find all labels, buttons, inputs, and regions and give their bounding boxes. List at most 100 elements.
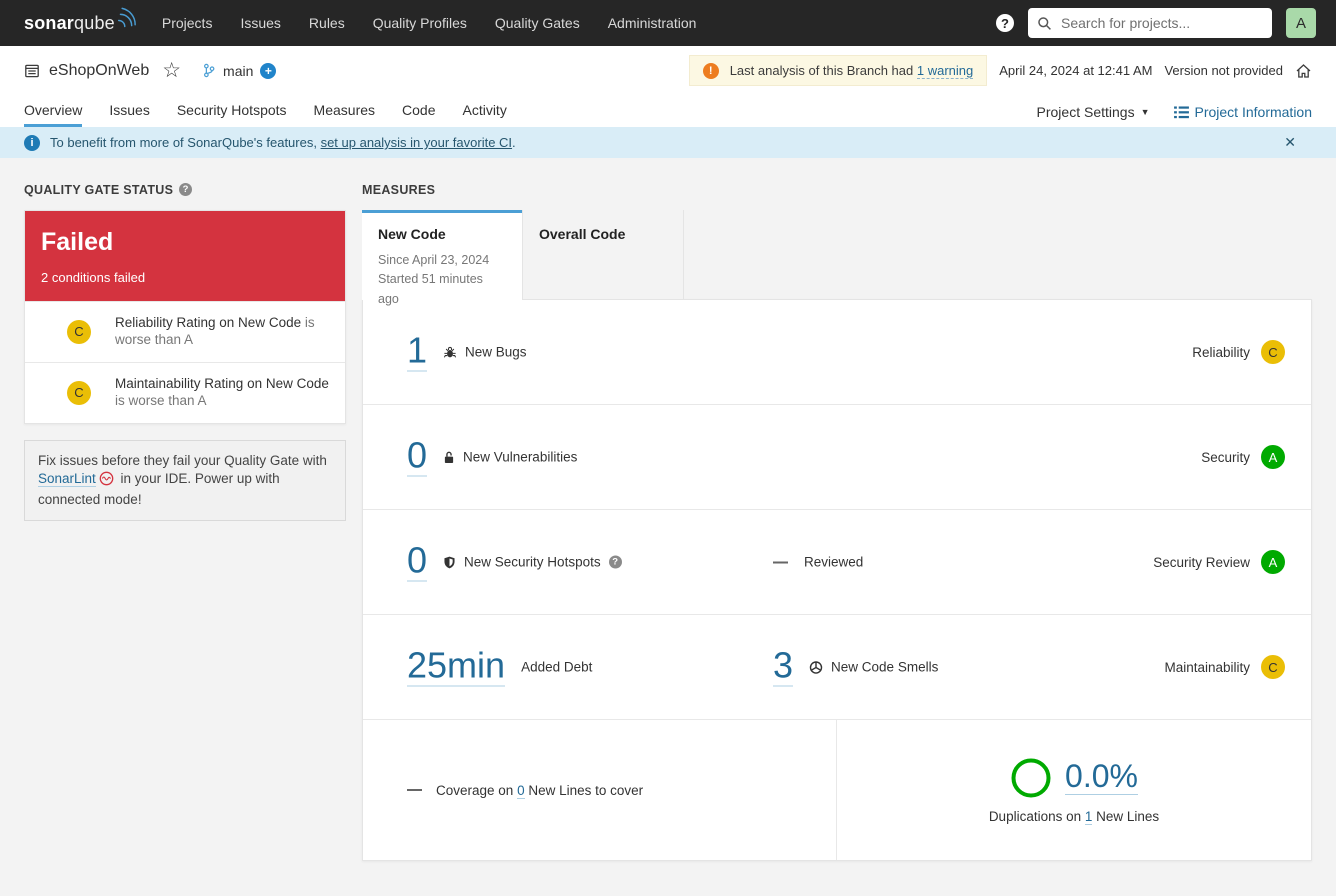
nav-item-quality-gates[interactable]: Quality Gates bbox=[495, 15, 580, 31]
measure-row-maintainability: 25min Added Debt 3 New Code Smells bbox=[363, 615, 1311, 720]
info-icon: i bbox=[24, 135, 40, 151]
favorite-star-icon[interactable]: ☆ bbox=[162, 60, 181, 81]
duplications-text: Duplications on 1 New Lines bbox=[989, 809, 1159, 824]
failed-condition-row[interactable]: C Reliability Rating on New Code is wors… bbox=[25, 301, 345, 362]
added-debt-link[interactable]: 25min bbox=[407, 648, 505, 687]
security-rating-badge: A bbox=[1261, 445, 1285, 469]
shield-icon bbox=[443, 555, 456, 569]
maintainability-rating-badge: C bbox=[1261, 655, 1285, 679]
sonarlint-icon bbox=[99, 471, 114, 491]
ci-setup-banner: i To benefit from more of SonarQube's fe… bbox=[0, 127, 1336, 158]
tab-issues[interactable]: Issues bbox=[109, 102, 149, 127]
duplications-cell: 0.0% Duplications on 1 New Lines bbox=[837, 720, 1311, 860]
sonarlint-promo: Fix issues before they fail your Quality… bbox=[24, 440, 346, 522]
page-title: eShopOnWeb bbox=[49, 62, 149, 80]
duplications-percent-link[interactable]: 0.0% bbox=[1065, 760, 1138, 795]
condition-text: Reliability Rating on New Code is worse … bbox=[115, 315, 329, 349]
tab-new-code[interactable]: New Code Since April 23, 2024 Started 51… bbox=[362, 210, 522, 300]
measure-row-reliability: 1 New Bugs Reliability C bbox=[363, 300, 1311, 405]
new-code-smells-count-link[interactable]: 3 bbox=[773, 648, 793, 687]
lock-icon bbox=[443, 450, 455, 464]
nav-item-issues[interactable]: Issues bbox=[240, 15, 280, 31]
coverage-cell: Coverage on 0 New Lines to cover bbox=[363, 720, 837, 860]
measure-row-security: 0 New Vulnerabilities Security A bbox=[363, 405, 1311, 510]
new-bugs-label: New Bugs bbox=[465, 345, 527, 360]
duplication-ring-icon bbox=[1010, 757, 1052, 799]
quality-gate-heading: QUALITY GATE STATUS ? bbox=[24, 182, 346, 197]
search-input[interactable] bbox=[1059, 14, 1263, 32]
conditions-summary: 2 conditions failed bbox=[41, 270, 329, 285]
quality-gate-status-badge: Failed 2 conditions failed bbox=[25, 211, 345, 301]
new-bugs-count-link[interactable]: 1 bbox=[407, 333, 427, 372]
nav-item-projects[interactable]: Projects bbox=[162, 15, 213, 31]
tab-overview[interactable]: Overview bbox=[24, 102, 82, 127]
add-branch-icon[interactable]: + bbox=[260, 63, 276, 79]
project-icon bbox=[24, 63, 40, 79]
new-code-smells-label: New Code Smells bbox=[831, 660, 938, 675]
nav-item-administration[interactable]: Administration bbox=[608, 15, 697, 31]
reviewed-label: Reviewed bbox=[804, 555, 863, 570]
quality-gate-status: Failed bbox=[41, 228, 329, 257]
measures-heading: MEASURES bbox=[362, 182, 1312, 197]
code-smell-icon bbox=[809, 660, 823, 674]
overview-content: QUALITY GATE STATUS ? Failed 2 condition… bbox=[0, 158, 1336, 885]
dash-icon bbox=[407, 789, 422, 791]
tab-measures[interactable]: Measures bbox=[314, 102, 375, 127]
version-label: Version not provided bbox=[1164, 63, 1283, 78]
avatar[interactable]: A bbox=[1286, 8, 1316, 38]
measures-card: 1 New Bugs Reliability C 0 bbox=[362, 299, 1312, 861]
quality-gate-panel: QUALITY GATE STATUS ? Failed 2 condition… bbox=[24, 182, 346, 861]
warning-icon: ! bbox=[703, 63, 719, 79]
measure-row-security-review: 0 New Security Hotspots ? Reviewed Secur… bbox=[363, 510, 1311, 615]
project-header: eShopOnWeb ☆ main + ! Last analysis of t… bbox=[0, 46, 1336, 95]
ci-setup-link[interactable]: set up analysis in your favorite CI bbox=[321, 135, 512, 150]
close-icon[interactable]: ✕ bbox=[1268, 134, 1312, 151]
quality-gate-help-icon[interactable]: ? bbox=[179, 183, 192, 196]
tab-security-hotspots[interactable]: Security Hotspots bbox=[177, 102, 287, 127]
analysis-date: April 24, 2024 at 12:41 AM bbox=[999, 63, 1152, 78]
added-debt-label: Added Debt bbox=[521, 660, 592, 675]
top-nav: sonarqube Projects Issues Rules Quality … bbox=[0, 0, 1336, 46]
measures-period-tabs: New Code Since April 23, 2024 Started 51… bbox=[362, 210, 1312, 300]
security-domain-label: Security bbox=[1201, 450, 1250, 465]
nav-item-quality-profiles[interactable]: Quality Profiles bbox=[373, 15, 467, 31]
sonarqube-logo[interactable]: sonarqube bbox=[24, 13, 136, 34]
security-review-rating-badge: A bbox=[1261, 550, 1285, 574]
warning-count-link[interactable]: 1 warning bbox=[917, 63, 973, 79]
banner-text: To benefit from more of SonarQube's feat… bbox=[50, 135, 516, 150]
rating-badge-c: C bbox=[67, 381, 91, 405]
warning-text: Last analysis of this Branch had 1 warni… bbox=[730, 63, 974, 78]
new-code-since: Since April 23, 2024 bbox=[378, 251, 506, 270]
measure-row-coverage-duplications: Coverage on 0 New Lines to cover 0.0% Du… bbox=[363, 720, 1311, 860]
nav-item-rules[interactable]: Rules bbox=[309, 15, 345, 31]
logo-text-light: qube bbox=[74, 13, 115, 33]
tab-overall-code[interactable]: Overall Code bbox=[522, 210, 684, 300]
sonarlint-link[interactable]: SonarLint bbox=[38, 471, 96, 487]
new-security-hotspots-count-link[interactable]: 0 bbox=[407, 543, 427, 582]
tab-activity[interactable]: Activity bbox=[462, 102, 506, 127]
security-hotspots-help-icon[interactable]: ? bbox=[609, 556, 622, 569]
project-search bbox=[1028, 8, 1272, 38]
new-vulnerabilities-label: New Vulnerabilities bbox=[463, 450, 577, 465]
quality-gate-card: Failed 2 conditions failed C Reliability… bbox=[24, 210, 346, 424]
security-review-domain-label: Security Review bbox=[1153, 555, 1250, 570]
new-code-started: Started 51 minutes ago bbox=[378, 270, 506, 309]
chevron-down-icon: ▼ bbox=[1141, 107, 1150, 117]
measures-panel: MEASURES New Code Since April 23, 2024 S… bbox=[362, 182, 1312, 861]
logo-text-bold: sonar bbox=[24, 13, 74, 33]
failed-condition-row[interactable]: C Maintainability Rating on New Code is … bbox=[25, 362, 345, 423]
bug-icon bbox=[443, 345, 457, 359]
coverage-text: Coverage on 0 New Lines to cover bbox=[436, 783, 643, 798]
new-lines-to-cover-link[interactable]: 0 bbox=[517, 783, 525, 799]
help-icon[interactable]: ? bbox=[996, 14, 1014, 32]
rating-badge-c: C bbox=[67, 320, 91, 344]
dash-icon bbox=[773, 561, 788, 563]
project-information-button[interactable]: Project Information bbox=[1174, 104, 1313, 120]
tab-code[interactable]: Code bbox=[402, 102, 435, 127]
home-icon[interactable] bbox=[1295, 63, 1312, 79]
reliability-rating-badge: C bbox=[1261, 340, 1285, 364]
new-vulnerabilities-count-link[interactable]: 0 bbox=[407, 438, 427, 477]
new-security-hotspots-label: New Security Hotspots bbox=[464, 555, 601, 570]
project-settings-menu[interactable]: Project Settings ▼ bbox=[1037, 104, 1150, 120]
search-icon bbox=[1037, 16, 1052, 31]
